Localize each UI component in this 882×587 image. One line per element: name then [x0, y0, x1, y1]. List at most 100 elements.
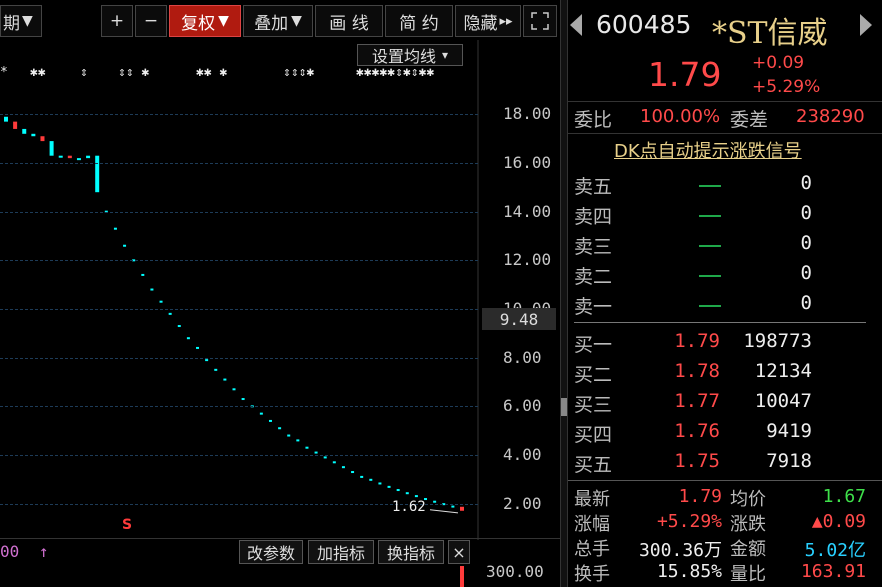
change-indicator-button[interactable]: 换指标: [378, 540, 444, 564]
edit-params-button[interactable]: 改参数: [239, 540, 303, 564]
stock-name: *ST信威: [712, 16, 828, 51]
orderbook-volume: 0: [800, 172, 812, 194]
divider: [574, 322, 866, 323]
sell-row[interactable]: 卖三—0: [574, 232, 874, 260]
buy-row[interactable]: 买一 1.79 198773: [574, 330, 874, 358]
change-indicator-label: 换指标: [386, 544, 435, 563]
price-change: +0.09: [752, 53, 805, 73]
fuquan-dropdown[interactable]: 复权 ▼: [169, 5, 241, 37]
orderbook-price: 1.78: [674, 360, 720, 382]
minus-icon: −: [143, 11, 159, 31]
fullscreen-button[interactable]: [523, 5, 557, 37]
zd-value: ▲0.09: [811, 511, 866, 532]
zoom-out-button[interactable]: −: [135, 5, 167, 37]
candle: [314, 451, 318, 454]
orderbook-label: 卖五: [574, 176, 613, 198]
arrow-up-icon: ↑: [38, 542, 49, 561]
add-indicator-button[interactable]: 加指标: [308, 540, 374, 564]
draw-line-button[interactable]: 画 线: [315, 5, 383, 37]
orderbook-volume: 0: [800, 262, 812, 284]
avg-value: 1.67: [822, 486, 866, 507]
simple-mode-label: 简 约: [399, 13, 439, 34]
candle: [323, 456, 327, 459]
orderbook-label: 买二: [574, 364, 613, 386]
draw-line-label: 画 线: [329, 13, 369, 34]
candle: [351, 471, 355, 474]
candle: [186, 337, 190, 340]
latest-label: 最新: [574, 489, 610, 510]
chevron-down-icon: ▼: [22, 13, 33, 29]
orderbook-volume: 198773: [743, 330, 812, 352]
sell-row[interactable]: 卖四—0: [574, 202, 874, 230]
buy-row[interactable]: 买二 1.78 12134: [574, 360, 874, 388]
je-value: 5.02亿: [804, 540, 866, 561]
next-stock-button[interactable]: [860, 14, 872, 36]
candle: [296, 439, 300, 442]
zoom-in-button[interactable]: +: [101, 5, 133, 37]
sell-row[interactable]: 卖一—0: [574, 292, 874, 320]
zs-label: 总手: [574, 539, 610, 560]
buy-row[interactable]: 买三 1.77 10047: [574, 390, 874, 418]
je-label: 金额: [730, 539, 766, 560]
divider: [568, 101, 882, 102]
candle: [369, 478, 373, 481]
splitter-handle-icon[interactable]: [561, 398, 567, 416]
current-price-value: 9.48: [499, 309, 539, 329]
candle: [76, 158, 81, 161]
orderbook-price: 1.76: [674, 420, 720, 442]
weibi-value: 100.00%: [640, 106, 721, 127]
orderbook-label: 卖三: [574, 236, 613, 258]
zd-label: 涨跌: [730, 514, 766, 535]
orderbook-price: 1.75: [674, 450, 720, 472]
candle: [414, 495, 418, 498]
dk-signal-link[interactable]: DK点自动提示涨跌信号: [614, 137, 802, 163]
weibi-label: 委比: [574, 109, 613, 131]
sell-row[interactable]: 卖五—0: [574, 172, 874, 200]
hide-button[interactable]: 隐藏 ▸▸: [455, 5, 521, 37]
grid-line: [0, 211, 478, 213]
overlay-dropdown[interactable]: 叠加 ▼: [243, 5, 313, 37]
orderbook-volume: 10047: [754, 390, 812, 412]
candle: [49, 141, 54, 156]
close-indicator-button[interactable]: ×: [448, 540, 470, 564]
orderbook-volume: 12134: [754, 360, 812, 382]
candle: [40, 136, 45, 142]
ma-settings-label: 设置均线: [371, 47, 436, 66]
candle: [86, 155, 91, 159]
orderbook-volume: 0: [800, 202, 812, 224]
simple-mode-button[interactable]: 简 约: [385, 5, 453, 37]
buy-row[interactable]: 买四 1.76 9419: [574, 420, 874, 448]
period-dropdown[interactable]: 期 ▼: [0, 5, 42, 37]
period-label: 期: [3, 13, 20, 34]
current-price-tag: 9.48: [482, 308, 556, 330]
stock-code: 600485: [596, 10, 692, 39]
candle: [305, 446, 309, 449]
candle: [168, 312, 172, 315]
orderbook-label: 卖四: [574, 206, 613, 228]
candle: [31, 133, 36, 137]
chevron-down-icon: ▼: [291, 13, 302, 29]
grid-line: [0, 260, 478, 262]
candle: [205, 359, 209, 362]
last-price: 1.79: [648, 55, 722, 94]
prev-stock-button[interactable]: [570, 14, 582, 36]
candle: [232, 388, 236, 391]
overlay-label: 叠加: [254, 13, 289, 34]
buy-row[interactable]: 买五 1.75 7918: [574, 450, 874, 478]
grid-line: [0, 406, 478, 408]
panel-splitter[interactable]: [560, 0, 568, 587]
orderbook-label: 卖二: [574, 266, 613, 288]
candle: [378, 482, 382, 485]
candle: [405, 492, 409, 495]
ma-settings-dropdown[interactable]: 设置均线 ▾: [357, 44, 463, 66]
weicha-value: 238290: [796, 106, 865, 127]
lb-label: 量比: [730, 564, 766, 585]
sell-row[interactable]: 卖二—0: [574, 262, 874, 290]
candle: [214, 368, 218, 371]
orderbook-label: 买四: [574, 424, 613, 446]
hs-value: 15.85%: [656, 561, 722, 582]
candle: [123, 244, 127, 247]
grid-line: [0, 163, 478, 164]
candle: [341, 466, 345, 469]
candle: [287, 434, 291, 437]
